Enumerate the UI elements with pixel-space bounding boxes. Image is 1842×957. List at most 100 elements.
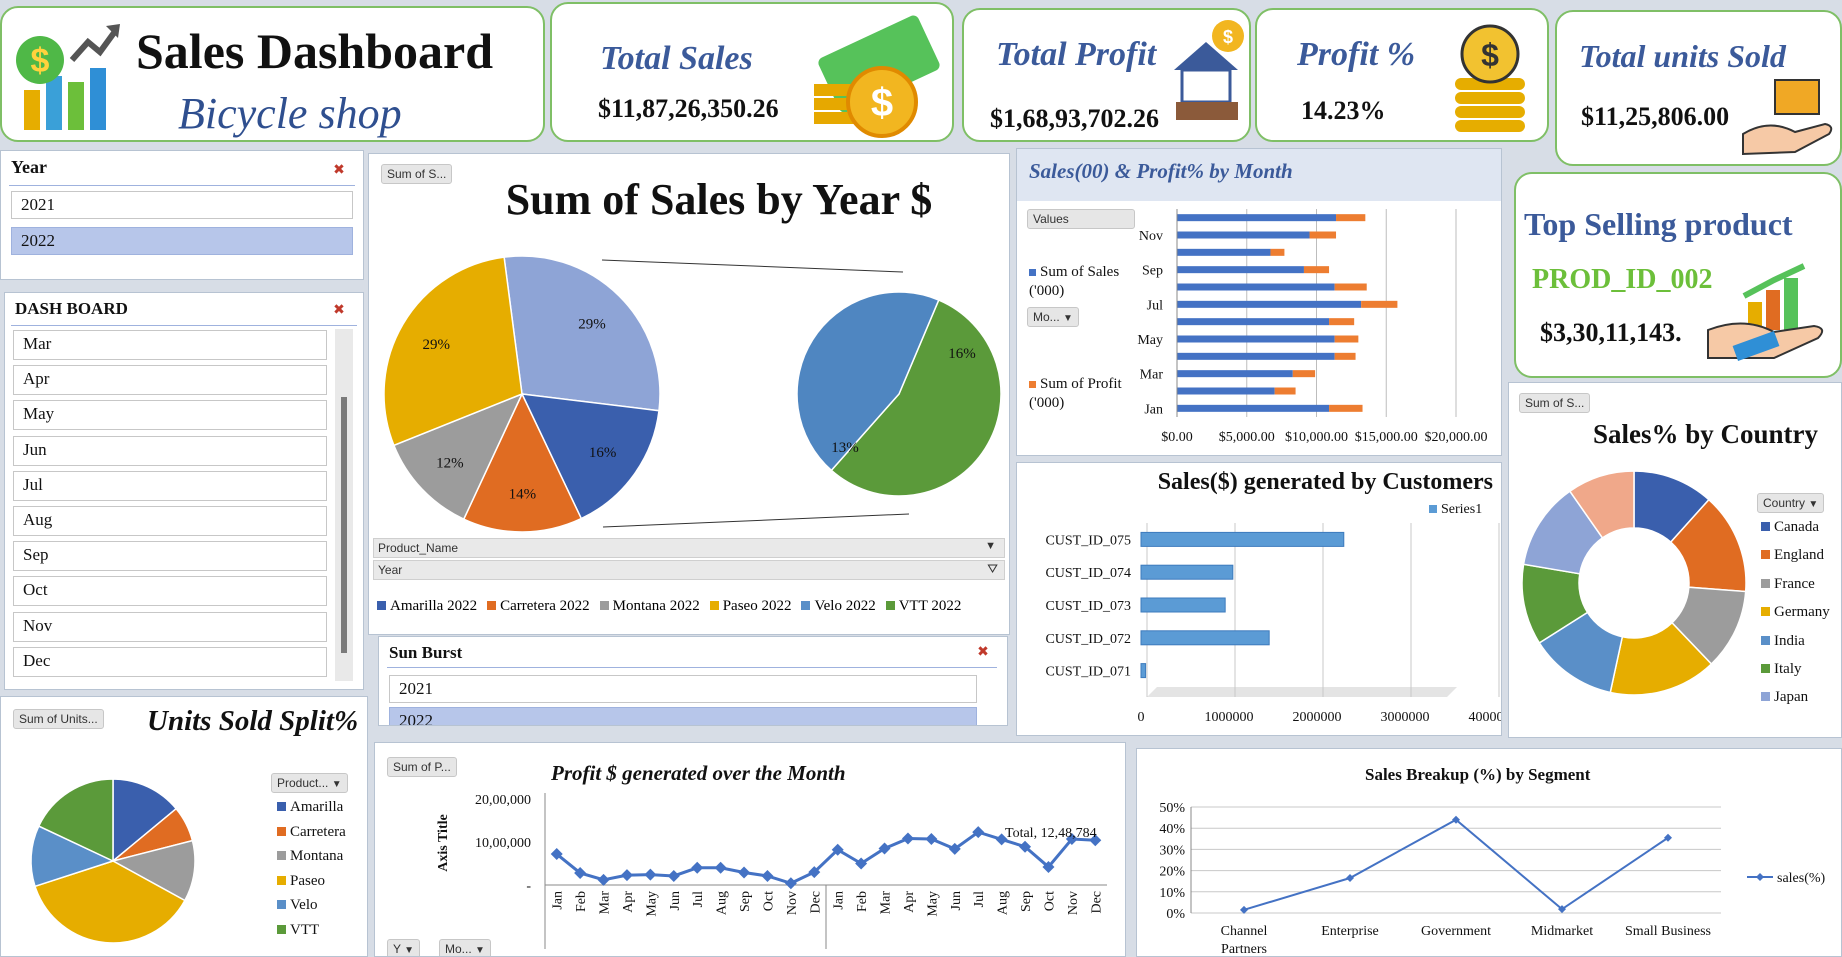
sum-field-chip[interactable]: Sum of S... [1519, 393, 1591, 413]
slicer-item-dec[interactable]: Dec [13, 646, 327, 677]
y-tick-label: Nov [1139, 229, 1163, 244]
data-label: 16% [948, 346, 976, 362]
bar-profit-mar [1292, 370, 1316, 378]
data-point [901, 832, 914, 845]
slicer-item-2022[interactable]: 2022 [389, 707, 977, 725]
segment-panel: Sales Breakup (%) by Segment 0% 10% 20% 30%… [1136, 748, 1842, 957]
field-label: Product_Name [378, 541, 459, 555]
x-tick-label: Oct [1042, 891, 1057, 911]
legend-label: Series1 [1441, 502, 1482, 517]
sum-field-chip[interactable]: Sum of Units... [13, 709, 104, 729]
data-point [738, 866, 751, 879]
x-tick-label: Dec [1089, 891, 1104, 914]
bar-cust-id-073 [1140, 597, 1226, 613]
kpi-label: Total Sales [600, 40, 753, 77]
bar-profit-sep [1303, 266, 1330, 274]
legend-label: Germany [1774, 604, 1830, 621]
kpi-value: $11,25,806.00 [1581, 102, 1730, 131]
svg-text:$: $ [1481, 37, 1499, 73]
slicer-item-jun[interactable]: Jun [13, 435, 327, 466]
x-tick-label: Nov [785, 891, 800, 915]
legend-label: Carretera [290, 823, 346, 840]
slicer-item-jul[interactable]: Jul [13, 470, 327, 501]
bar-sales-jan [1177, 404, 1330, 412]
slicer-item-may[interactable]: May [13, 400, 327, 431]
legend-entry: VTT [277, 922, 319, 939]
bar-profit-aug [1334, 283, 1367, 291]
legend-label: India [1774, 632, 1805, 649]
x-tick-label: Feb [855, 891, 870, 912]
x-tick-label: Dec [808, 891, 823, 914]
clear-filter-icon[interactable]: ✖ [329, 301, 349, 321]
bar-sales-nov [1177, 231, 1310, 239]
x-tick-label: $15,000.00 [1355, 430, 1418, 445]
data-point [761, 869, 774, 882]
x-tick-label: 1000000 [1205, 710, 1254, 725]
x-tick-label: Jul [691, 891, 706, 907]
product-field-chip[interactable]: Product... ▼ [271, 773, 348, 793]
data-point [597, 873, 610, 886]
legend-label: Carretera 2022 [500, 598, 590, 614]
sum-field-chip[interactable]: Sum of S... [381, 164, 453, 184]
product-name-field[interactable]: Product_Name ▼ [373, 538, 1005, 558]
bar-profit-may [1334, 335, 1359, 343]
y-tick-label: - [526, 879, 531, 894]
legend-swatch [487, 601, 497, 610]
x-tick-label: May [925, 891, 940, 917]
legend-entry: Velo [277, 897, 318, 914]
legend-swatch [277, 900, 286, 910]
legend-label: Velo 2022 [814, 598, 876, 614]
slicer-item-2021[interactable]: 2021 [389, 675, 977, 703]
data-point [691, 861, 704, 874]
legend-label: France [1774, 575, 1815, 592]
scrollbar[interactable] [335, 329, 353, 681]
kpi-value: 14.23% [1301, 96, 1386, 125]
filter-icon[interactable]: ⛛ [987, 561, 998, 577]
y-tick-label: 20% [1159, 865, 1185, 880]
legend-entry: Montana 2022 [599, 598, 700, 614]
year-field-chip[interactable]: Y ▼ [387, 939, 421, 956]
x-tick-label: Aug [715, 891, 730, 915]
chevron-down-icon[interactable]: ▼ [985, 540, 996, 552]
units-split-panel: Sum of Units... Units Sold Split% Produc… [0, 696, 368, 957]
connector-line [602, 513, 910, 528]
bar-sales-sep [1177, 266, 1304, 274]
divider [11, 325, 357, 326]
kpi-value: $1,68,93,702.26 [990, 104, 1159, 133]
legend-swatch [1761, 522, 1770, 531]
svg-text:$: $ [31, 42, 50, 80]
y-tick-label: 0% [1166, 907, 1185, 922]
x-tick-label: Midmarket [1531, 924, 1593, 939]
legend-entry: sales(%) [1747, 871, 1826, 886]
y-tick-label: Sep [1142, 264, 1163, 279]
clear-filter-icon[interactable]: ✖ [329, 161, 349, 181]
legend-label: sales(%) [1777, 871, 1826, 886]
x-tick-label: $10,000.00 [1285, 430, 1348, 445]
slicer-item-2022[interactable]: 2022 [11, 227, 353, 255]
x-tick-label: Partners [1221, 942, 1267, 957]
sales-profit-month-panel: Sales(00) & Profit% by Month Values Mo..… [1016, 148, 1502, 456]
data-label: 14% [509, 486, 537, 502]
slicer-item-oct[interactable]: Oct [13, 576, 327, 607]
x-tick-label: Jul [972, 891, 987, 907]
slicer-item-mar[interactable]: Mar [13, 330, 327, 360]
scrollbar-thumb[interactable] [341, 397, 347, 653]
slicer-item-nov[interactable]: Nov [13, 611, 327, 642]
kpi-units-sold: Total units Sold $11,25,806.00 [1555, 10, 1842, 166]
bar-cust-id-071 [1140, 663, 1147, 679]
year-field[interactable]: Year ⛛ [373, 560, 1005, 580]
slicer-item-apr[interactable]: Apr [13, 365, 327, 396]
x-tick-label: Apr [621, 891, 636, 913]
kpi-total-sales: Total Sales $11,87,26,350.26 $ [550, 2, 954, 142]
slicer-item-aug[interactable]: Aug [13, 506, 327, 536]
month-field-chip[interactable]: Mo... ▼ [439, 939, 491, 956]
data-point [925, 832, 938, 845]
legend-label: Japan [1774, 689, 1809, 706]
legend-swatch [1429, 505, 1437, 513]
month-slicer: DASH BOARD ✖ Mar Apr May Jun Jul Aug Sep Oct Nov… [4, 292, 364, 690]
x-tick-label: Sep [738, 891, 753, 912]
slicer-item-2021[interactable]: 2021 [11, 191, 353, 219]
slicer-item-sep[interactable]: Sep [13, 541, 327, 572]
clear-filter-icon[interactable]: ✖ [973, 643, 993, 663]
country-field-chip[interactable]: Country ▼ [1757, 493, 1825, 513]
